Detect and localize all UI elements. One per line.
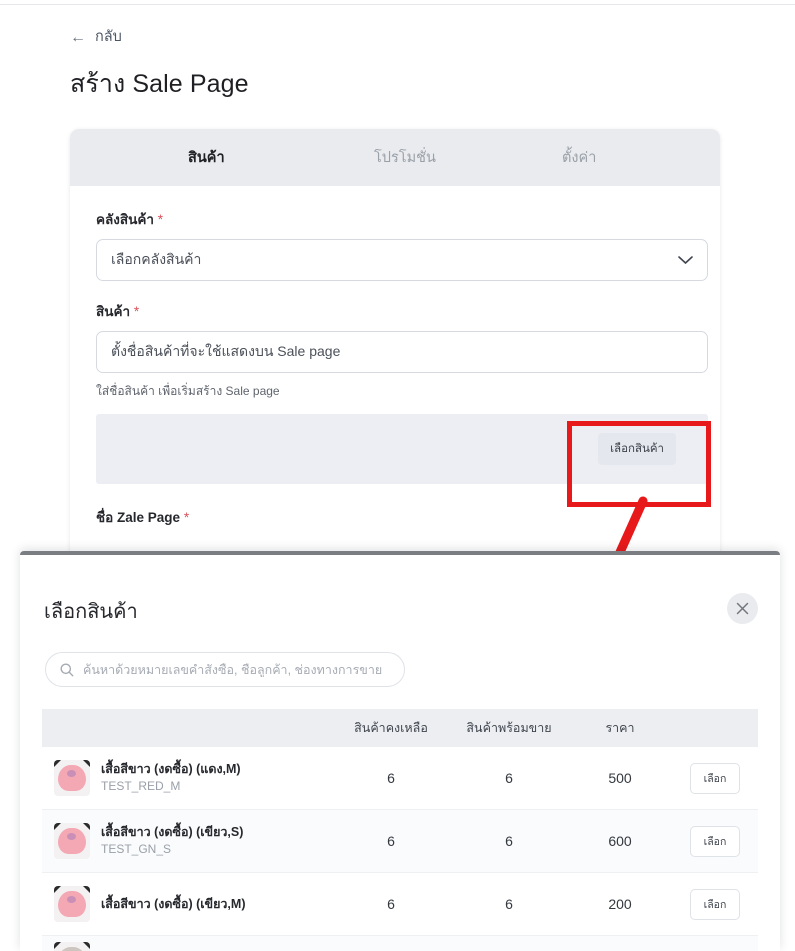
back-link[interactable]: ← กลับ [70,30,122,46]
annotation-highlight-box [567,421,711,507]
table-row[interactable]: เสื้อสีขาว (งดซื้อ) (เขียว,S) TEST_GN_S … [42,810,758,873]
product-search-field[interactable] [45,652,405,687]
product-table-header: สินค้าคงเหลือ สินค้าพร้อมขาย ราคา [42,709,758,747]
back-link-label: กลับ [95,29,122,46]
select-product-modal: เลือกสินค้า สินค้าคงเหลือ สินค้าพร้อมขาย… [20,551,780,951]
tab-bar: สินค้า โปรโมชั่น ตั้งค่า [70,129,720,186]
tab-promotions[interactable]: โปรโมชั่น [374,146,562,169]
price-value: 200 [608,896,632,912]
warehouse-select-value: เลือกคลังสินค้า [111,251,202,267]
tshirt-pink-thumbnail [54,886,90,922]
product-table: สินค้าคงเหลือ สินค้าพร้อมขาย ราคา เสื้อส… [42,709,758,951]
close-icon[interactable] [727,593,758,624]
price-value: 600 [608,833,632,849]
stock-value: 6 [387,833,395,849]
product-name-input[interactable]: ตั้งชื่อสินค้าที่จะใช้แสดงบน Sale page [96,331,708,373]
zale-page-required-marker: * [183,510,190,525]
product-name: เสื้อสีขาว (งดซื้อ) (เขียว,S) [101,825,244,840]
product-sku: TEST_RED_M [101,779,181,794]
column-header-price: ราคา [605,721,635,735]
warehouse-select[interactable]: เลือกคลังสินค้า [96,239,708,281]
tab-settings[interactable]: ตั้งค่า [562,146,596,169]
action-cell: เลือก [672,825,758,857]
product-name: เสื้อสีขาว (งดซื้อ) (แดง,M) [101,762,241,777]
product-text: เสื้อสีขาว (งดซื้อ) (แดง,M) TEST_RED_M [101,761,241,794]
arrow-left-icon: ← [70,29,86,46]
action-cell: เลือก [672,888,758,920]
pick-product-button[interactable]: เลือก [689,762,741,794]
column-header-stock: สินค้าคงเหลือ [354,721,428,735]
ready-value: 6 [505,770,513,786]
tab-products[interactable]: สินค้า [188,146,374,169]
search-icon [60,663,74,677]
product-cell: เสื้อสีขาว (งดซื้อ) (เขียว,S) TEST_GN_S [42,823,332,859]
chevron-down-icon [678,254,693,267]
action-cell: เลือก [672,762,758,794]
table-row[interactable]: เสื้อสีขาว (งดซื้อ) (แดง,M) TEST_RED_M 6… [42,747,758,810]
warehouse-required-marker: * [157,212,164,227]
product-label-text: สินค้า [96,304,131,319]
page-title: สร้าง Sale Page [70,70,249,98]
tshirt-pink-thumbnail [54,760,90,796]
tshirt-pink-thumbnail [54,823,90,859]
app-screen: ← กลับ สร้าง Sale Page สินค้า โปรโมชั่น … [0,0,795,951]
product-name-value: ตั้งชื่อสินค้าที่จะใช้แสดงบน Sale page [111,343,341,359]
table-row[interactable]: เสื้อสีขาว (งดซื้อ) (เขียว,M) 6 6 200 เล… [42,873,758,936]
column-header-ready: สินค้าพร้อมขาย [466,721,552,735]
warehouse-label-text: คลังสินค้า [96,212,154,227]
price-value: 500 [608,770,632,786]
zale-page-label-text: ชื่อ Zale Page [96,510,181,525]
product-text: เสื้อสีขาว (งดซื้อ) (เขียว,M) [101,896,245,913]
pick-product-button[interactable]: เลือก [689,825,741,857]
product-cell: เสื้อสีขาว (งดซื้อ) (แดง,M) TEST_RED_M [42,760,332,796]
product-cell: ...... [42,936,332,951]
product-field-label: สินค้า * [96,300,694,322]
product-cell: เสื้อสีขาว (งดซื้อ) (เขียว,M) [42,886,332,922]
table-row[interactable]: ...... [42,936,758,951]
top-divider [0,4,795,5]
product-helper-text: ใส่ชื่อสินค้า เพื่อเริ่มสร้าง Sale page [96,384,280,398]
product-sku: TEST_GN_S [101,842,172,857]
search-input[interactable] [83,662,390,677]
product-text: เสื้อสีขาว (งดซื้อ) (เขียว,S) TEST_GN_S [101,824,243,857]
ready-value: 6 [505,833,513,849]
stock-value: 6 [387,896,395,912]
product-thumbnail [54,942,90,951]
zale-page-field-label: ชื่อ Zale Page * [96,506,694,528]
ready-value: 6 [505,896,513,912]
warehouse-field-label: คลังสินค้า * [96,208,694,230]
stock-value: 6 [387,770,395,786]
modal-title: เลือกสินค้า [44,601,138,623]
product-required-marker: * [133,304,140,319]
product-name: เสื้อสีขาว (งดซื้อ) (เขียว,M) [101,896,246,911]
pick-product-button[interactable]: เลือก [689,888,741,920]
